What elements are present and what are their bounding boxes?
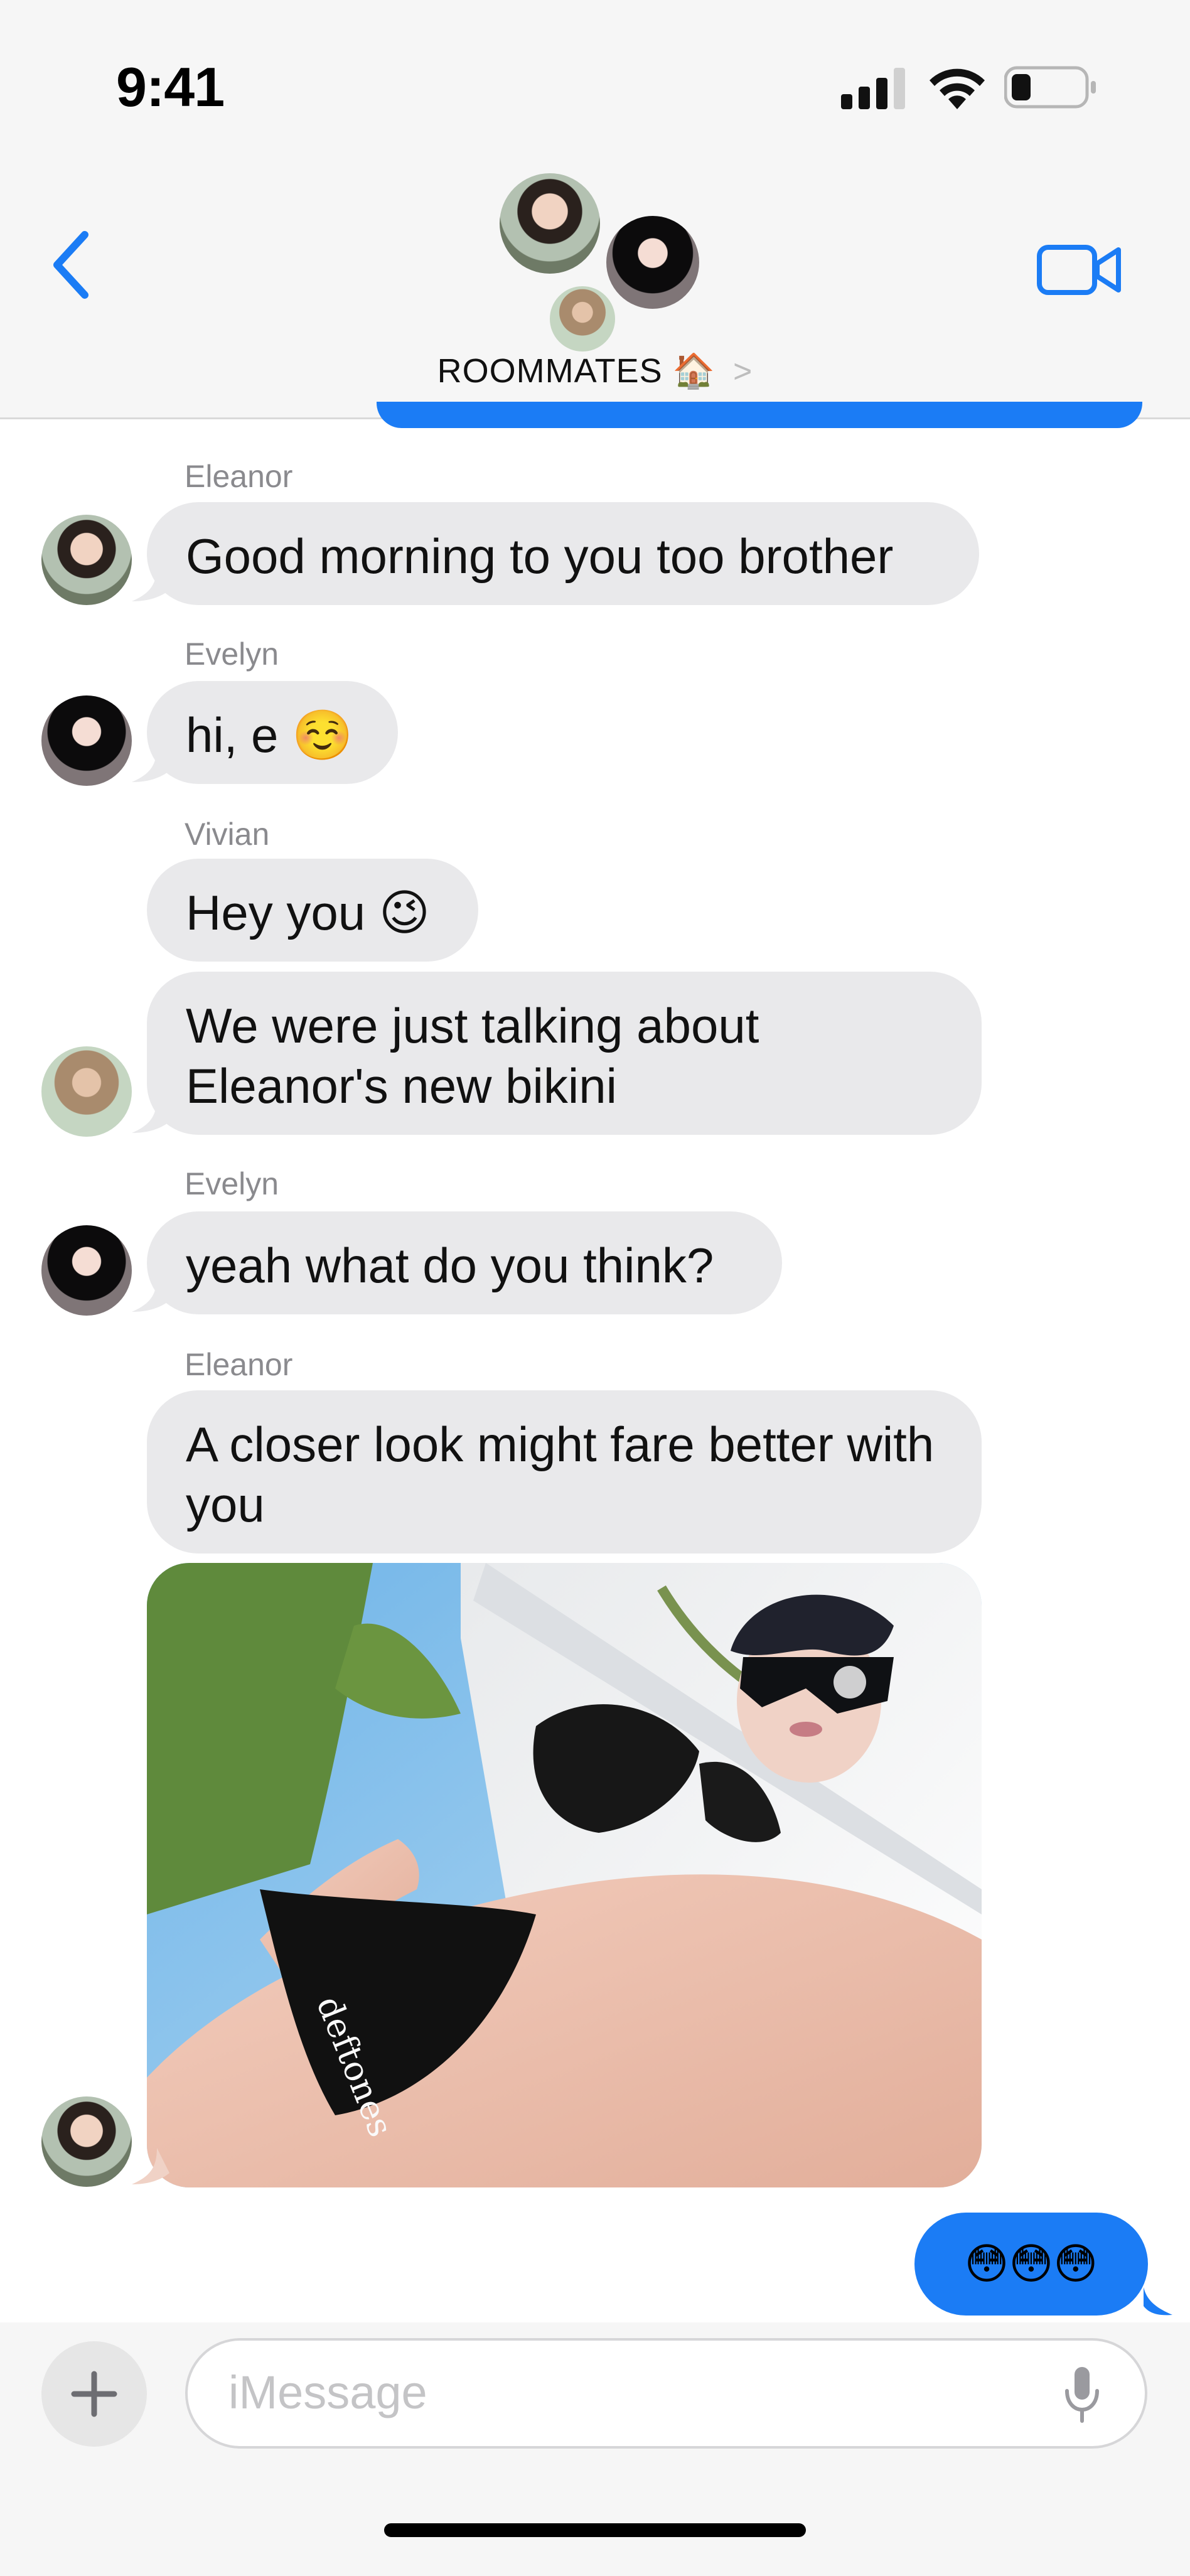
message-bubble[interactable]: yeah what do you think? [147, 1211, 782, 1314]
message-thread: Eleanor Good morning to you too brother … [0, 417, 1190, 2322]
sent-message-bubble[interactable]: 😳😳😳 [914, 2213, 1148, 2316]
photo-image: deftones [147, 1563, 982, 2187]
avatar-evelyn [41, 1225, 132, 1316]
sender-name: Evelyn [185, 636, 279, 672]
sent-bubble-tail [1144, 2287, 1172, 2316]
sender-name: Vivian [185, 817, 270, 852]
avatar-eleanor [41, 515, 132, 605]
sender-name: Evelyn [185, 1166, 279, 1201]
message-input-placeholder: iMessage [228, 2366, 427, 2418]
status-time: 9:41 [116, 56, 225, 118]
plus-icon [71, 2371, 117, 2417]
message-bubble[interactable]: We were just talking about Eleanor's new… [147, 972, 982, 1135]
plus-button[interactable] [41, 2341, 147, 2447]
wifi-icon [930, 68, 985, 109]
avatar-eleanor [496, 169, 604, 277]
battery-icon [1004, 66, 1096, 109]
status-bar: 9:41 [0, 0, 1190, 157]
message-bubble[interactable]: A closer look might fare better with you [147, 1390, 982, 1554]
group-avatars[interactable] [496, 169, 703, 355]
sender-name: Eleanor [185, 459, 293, 494]
video-camera-icon[interactable] [1036, 239, 1123, 301]
back-chevron-icon[interactable] [47, 227, 97, 303]
avatar-eleanor [41, 2096, 132, 2187]
avatar-evelyn [603, 212, 703, 313]
message-bubble[interactable]: Hey you 😉 [147, 859, 478, 962]
home-indicator[interactable] [384, 2523, 806, 2537]
sender-name: Eleanor [185, 1347, 293, 1382]
message-bubble[interactable]: Good morning to you too brother [147, 502, 979, 605]
avatar-vivian [41, 1046, 132, 1137]
message-bubble[interactable]: hi, e ☺️ [147, 681, 398, 784]
bubble-tail [132, 2148, 169, 2184]
group-name: ROOMMATES [437, 352, 663, 390]
cellular-signal-icon [841, 68, 905, 109]
message-composer: iMessage [0, 2322, 1190, 2576]
microphone-icon[interactable] [1063, 2364, 1101, 2425]
avatar-vivian [546, 282, 619, 355]
avatar-evelyn [41, 695, 132, 786]
sent-message-text: 😳😳😳 [964, 2240, 1098, 2288]
group-title[interactable]: ROOMMATES 🏠 > [0, 352, 1190, 391]
chevron-right-icon: > [732, 353, 753, 390]
conversation-header: ROOMMATES 🏠 > [0, 157, 1190, 419]
house-emoji: 🏠 [672, 352, 716, 390]
message-input[interactable]: iMessage [185, 2338, 1147, 2449]
photo-attachment[interactable]: deftones [147, 1563, 982, 2187]
